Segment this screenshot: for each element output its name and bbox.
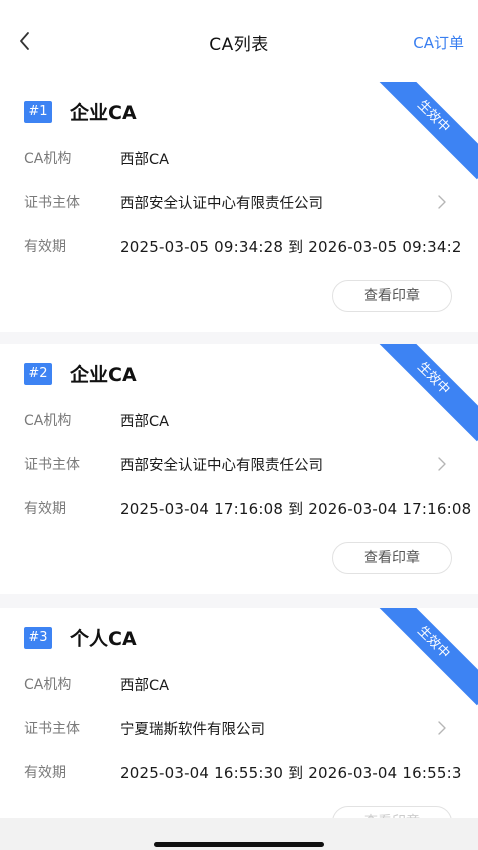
validity-label: 有效期 xyxy=(24,765,66,781)
subject-label: 证书主体 xyxy=(24,457,80,473)
org-row: CA机构 西部CA xyxy=(24,408,478,432)
validity-value: 2025-03-04 16:55:30 到 2026-03-04 16:55:3 xyxy=(120,763,462,782)
view-seal-button[interactable]: 查看印章 xyxy=(332,280,452,312)
chevron-right-icon[interactable] xyxy=(436,192,448,212)
subject-row[interactable]: 证书主体 宁夏瑞斯软件有限公司 xyxy=(24,716,478,740)
org-value: 西部CA xyxy=(120,677,170,694)
validity-label: 有效期 xyxy=(24,239,66,255)
card-title: 个人CA xyxy=(70,628,137,650)
org-label: CA机构 xyxy=(24,413,72,429)
card-title: 企业CA xyxy=(70,364,137,386)
chevron-right-icon[interactable] xyxy=(436,718,448,738)
org-row: CA机构 西部CA xyxy=(24,146,478,170)
chevron-right-icon[interactable] xyxy=(436,454,448,474)
ca-orders-link[interactable]: CA订单 xyxy=(413,32,464,53)
org-value: 西部CA xyxy=(120,413,170,430)
card-title: 企业CA xyxy=(70,102,137,124)
ca-card: 生效中 #3 个人CA CA机构 西部CA 证书主体 宁夏瑞斯软件有限公司 有效… xyxy=(0,608,478,850)
subject-label: 证书主体 xyxy=(24,721,80,737)
subject-row[interactable]: 证书主体 西部安全认证中心有限责任公司 xyxy=(24,452,478,476)
subject-row[interactable]: 证书主体 西部安全认证中心有限责任公司 xyxy=(24,190,478,214)
subject-value: 西部安全认证中心有限责任公司 xyxy=(120,457,323,474)
ca-card: 生效中 #1 企业CA CA机构 西部CA 证书主体 西部安全认证中心有限责任公… xyxy=(0,82,478,332)
subject-value: 宁夏瑞斯软件有限公司 xyxy=(120,721,265,738)
nav-bar: CA列表 CA订单 xyxy=(0,0,478,82)
validity-value: 2025-03-04 17:16:08 到 2026-03-04 17:16:0… xyxy=(120,499,472,518)
org-value: 西部CA xyxy=(120,151,170,168)
validity-label: 有效期 xyxy=(24,501,66,517)
card-header: #3 个人CA xyxy=(24,624,137,651)
home-indicator xyxy=(154,842,324,847)
page-title: CA列表 xyxy=(209,35,269,55)
index-badge: #3 xyxy=(24,626,52,649)
view-seal-button[interactable]: 查看印章 xyxy=(332,542,452,574)
org-label: CA机构 xyxy=(24,677,72,693)
org-row: CA机构 西部CA xyxy=(24,672,478,696)
index-badge: #1 xyxy=(24,100,52,123)
validity-row: 有效期 2025-03-04 17:16:08 到 2026-03-04 17:… xyxy=(24,496,478,520)
org-label: CA机构 xyxy=(24,151,72,167)
card-header: #1 企业CA xyxy=(24,98,137,125)
validity-row: 有效期 2025-03-05 09:34:28 到 2026-03-05 09:… xyxy=(24,234,478,258)
index-badge: #2 xyxy=(24,362,52,385)
ca-list-page: CA列表 CA订单 生效中 #1 企业CA CA机构 西部CA 证书主体 西部安… xyxy=(0,0,478,850)
card-header: #2 企业CA xyxy=(24,360,137,387)
subject-label: 证书主体 xyxy=(24,195,80,211)
subject-value: 西部安全认证中心有限责任公司 xyxy=(120,195,323,212)
ca-card: 生效中 #2 企业CA CA机构 西部CA 证书主体 西部安全认证中心有限责任公… xyxy=(0,344,478,594)
validity-row: 有效期 2025-03-04 16:55:30 到 2026-03-04 16:… xyxy=(24,760,478,784)
validity-value: 2025-03-05 09:34:28 到 2026-03-05 09:34:2 xyxy=(120,237,462,256)
